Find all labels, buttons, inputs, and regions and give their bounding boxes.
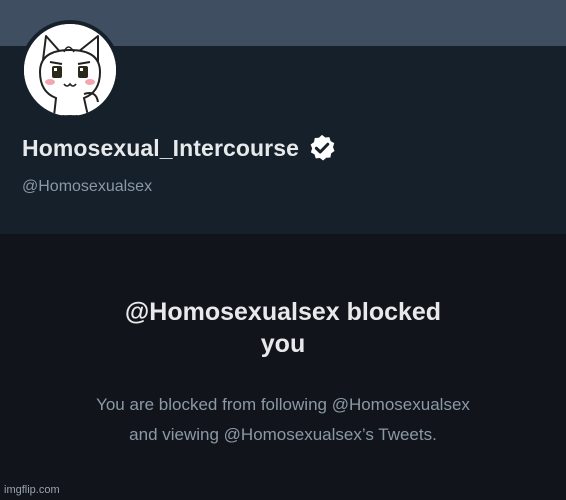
blocked-title-line2: you <box>260 330 306 358</box>
blocked-title-line1: @Homosexualsex blocked <box>124 298 442 326</box>
blocked-description: You are blocked from following @Homosexu… <box>0 390 566 450</box>
cat-avatar-icon <box>24 24 116 116</box>
blocked-notice-panel <box>0 234 566 500</box>
blocked-description-line2: and viewing @Homosexualsex’s Tweets. <box>129 425 437 444</box>
profile-handle: @Homosexualsex <box>22 178 153 195</box>
verified-badge-icon[interactable] <box>307 133 337 163</box>
avatar[interactable] <box>20 20 120 120</box>
imgflip-watermark: imgflip.com <box>4 484 60 496</box>
blocked-description-line1: You are blocked from following @Homosexu… <box>96 395 470 414</box>
blocked-title: @Homosexualsex blocked you <box>0 296 566 360</box>
display-name-row: Homosexual_Intercourse <box>22 133 337 163</box>
display-name: Homosexual_Intercourse <box>22 134 300 161</box>
